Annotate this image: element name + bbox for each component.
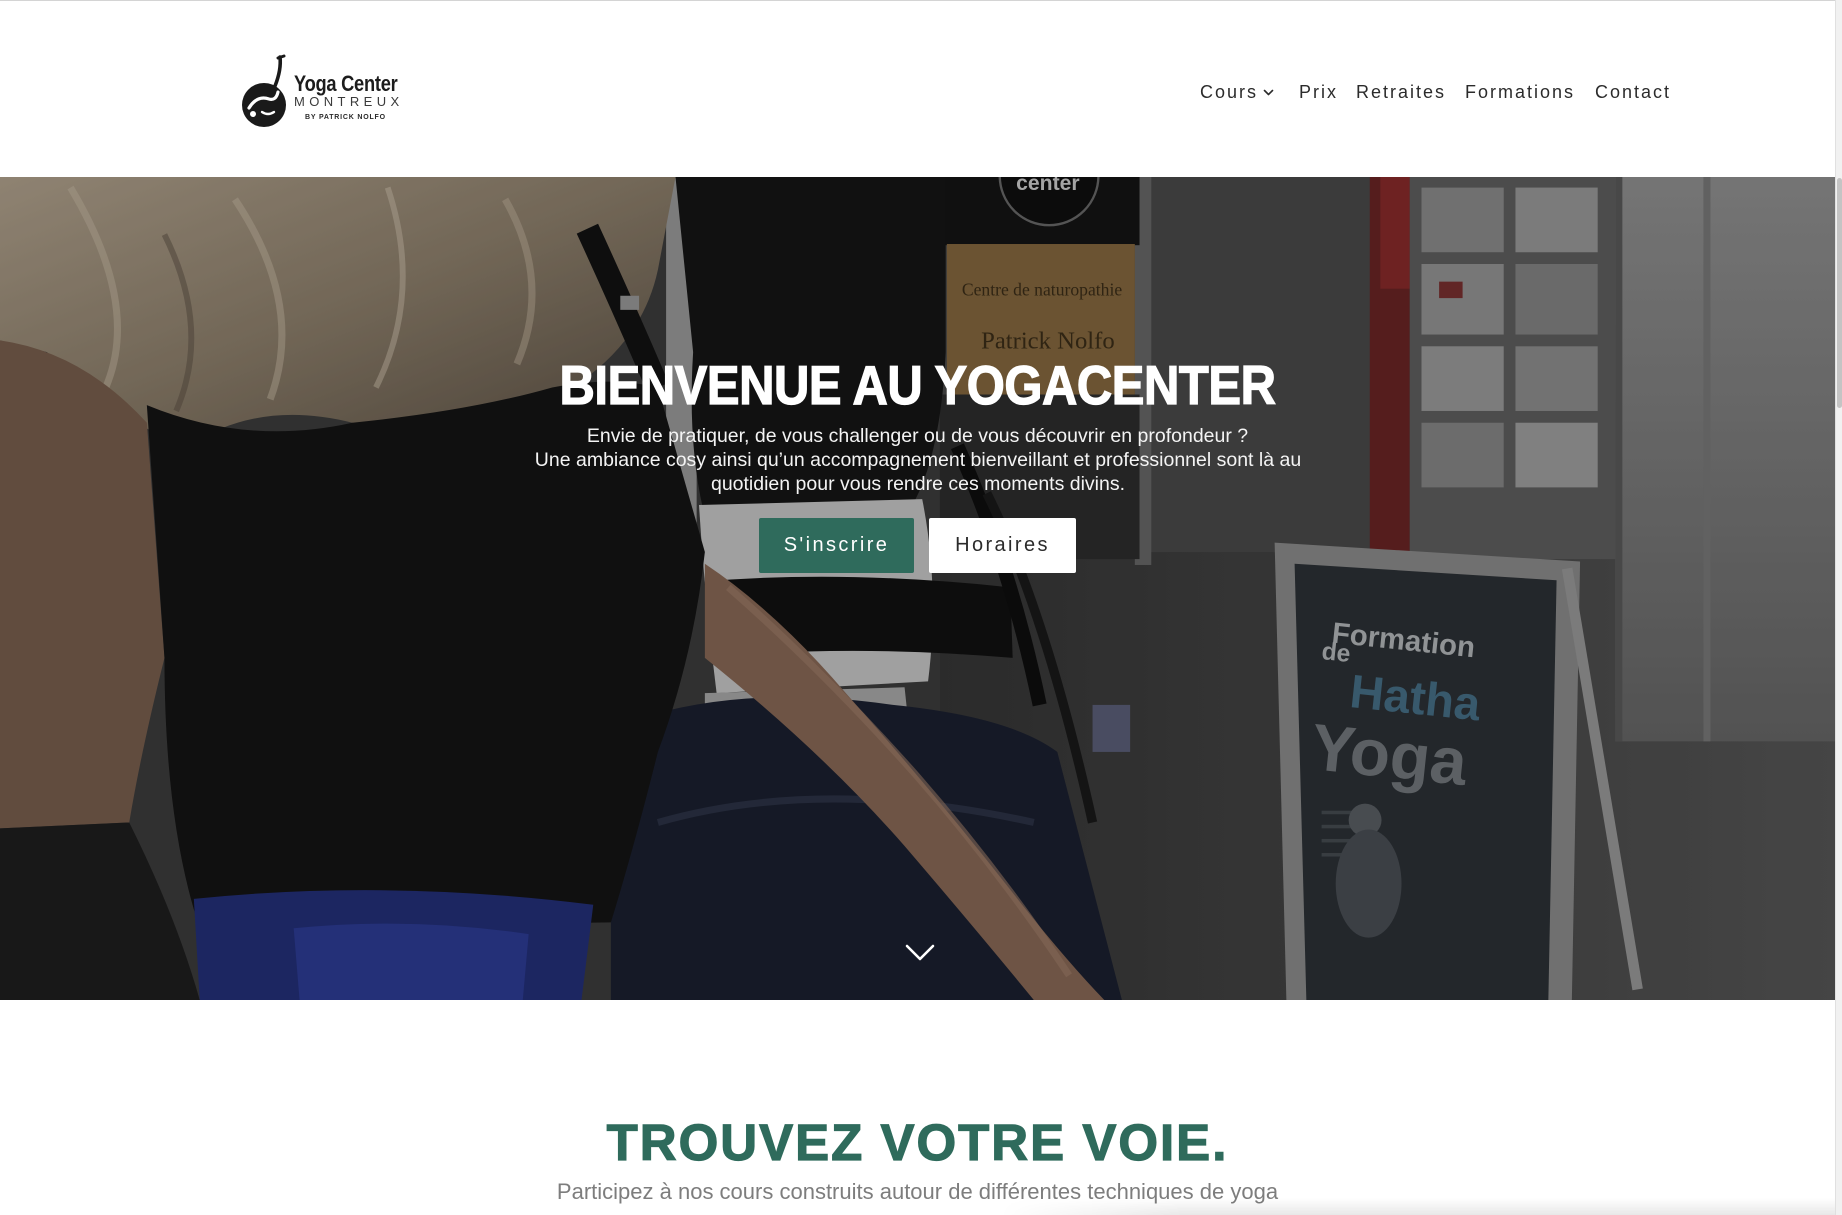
hero-title: BIENVENUE AU YOGACENTER: [559, 354, 1277, 416]
nav-item-retraites[interactable]: Retraites: [1356, 81, 1446, 103]
nav-item-cours[interactable]: Cours: [1200, 81, 1258, 103]
bottom-bar-shadow: [1000, 1198, 1835, 1215]
site-header: Yoga Center MONTREUX BY PATRICK NOLFO Co…: [0, 0, 1835, 177]
logo-home-link[interactable]: Yoga Center MONTREUX BY PATRICK NOLFO: [240, 54, 415, 130]
chevron-down-icon[interactable]: [1263, 89, 1274, 97]
logo-title: Yoga Center: [294, 71, 398, 96]
nav-item-prix[interactable]: Prix: [1299, 81, 1338, 103]
logo-subtitle: MONTREUX: [294, 94, 404, 109]
hero-description-text: Une ambiance cosy ainsi qu’un accompagne…: [534, 449, 1302, 495]
top-border: [0, 0, 1835, 1]
nav-item-formations[interactable]: Formations: [1465, 81, 1575, 103]
vertical-scrollbar[interactable]: [1835, 0, 1842, 1215]
hero-section: center Centre de naturopathie Patrick No…: [0, 177, 1835, 1000]
page: Yoga Center MONTREUX BY PATRICK NOLFO Co…: [0, 0, 1842, 1215]
yoga-figure-logo-icon: [242, 54, 286, 127]
chevron-down-icon[interactable]: [904, 943, 936, 963]
hero-intro-text: Envie de pratiquer, de vous challenger o…: [586, 425, 1249, 447]
logo-byline: BY PATRICK NOLFO: [305, 114, 386, 121]
scrollbar-thumb[interactable]: [1837, 178, 1842, 408]
schedule-button[interactable]: Horaires: [929, 518, 1076, 573]
section-title: TROUVEZ VOTRE VOIE.: [606, 1114, 1229, 1171]
signup-button[interactable]: S'inscrire: [759, 518, 914, 573]
hero-background-photo: center Centre de naturopathie Patrick No…: [0, 177, 1835, 1000]
nav-item-contact[interactable]: Contact: [1595, 81, 1671, 103]
